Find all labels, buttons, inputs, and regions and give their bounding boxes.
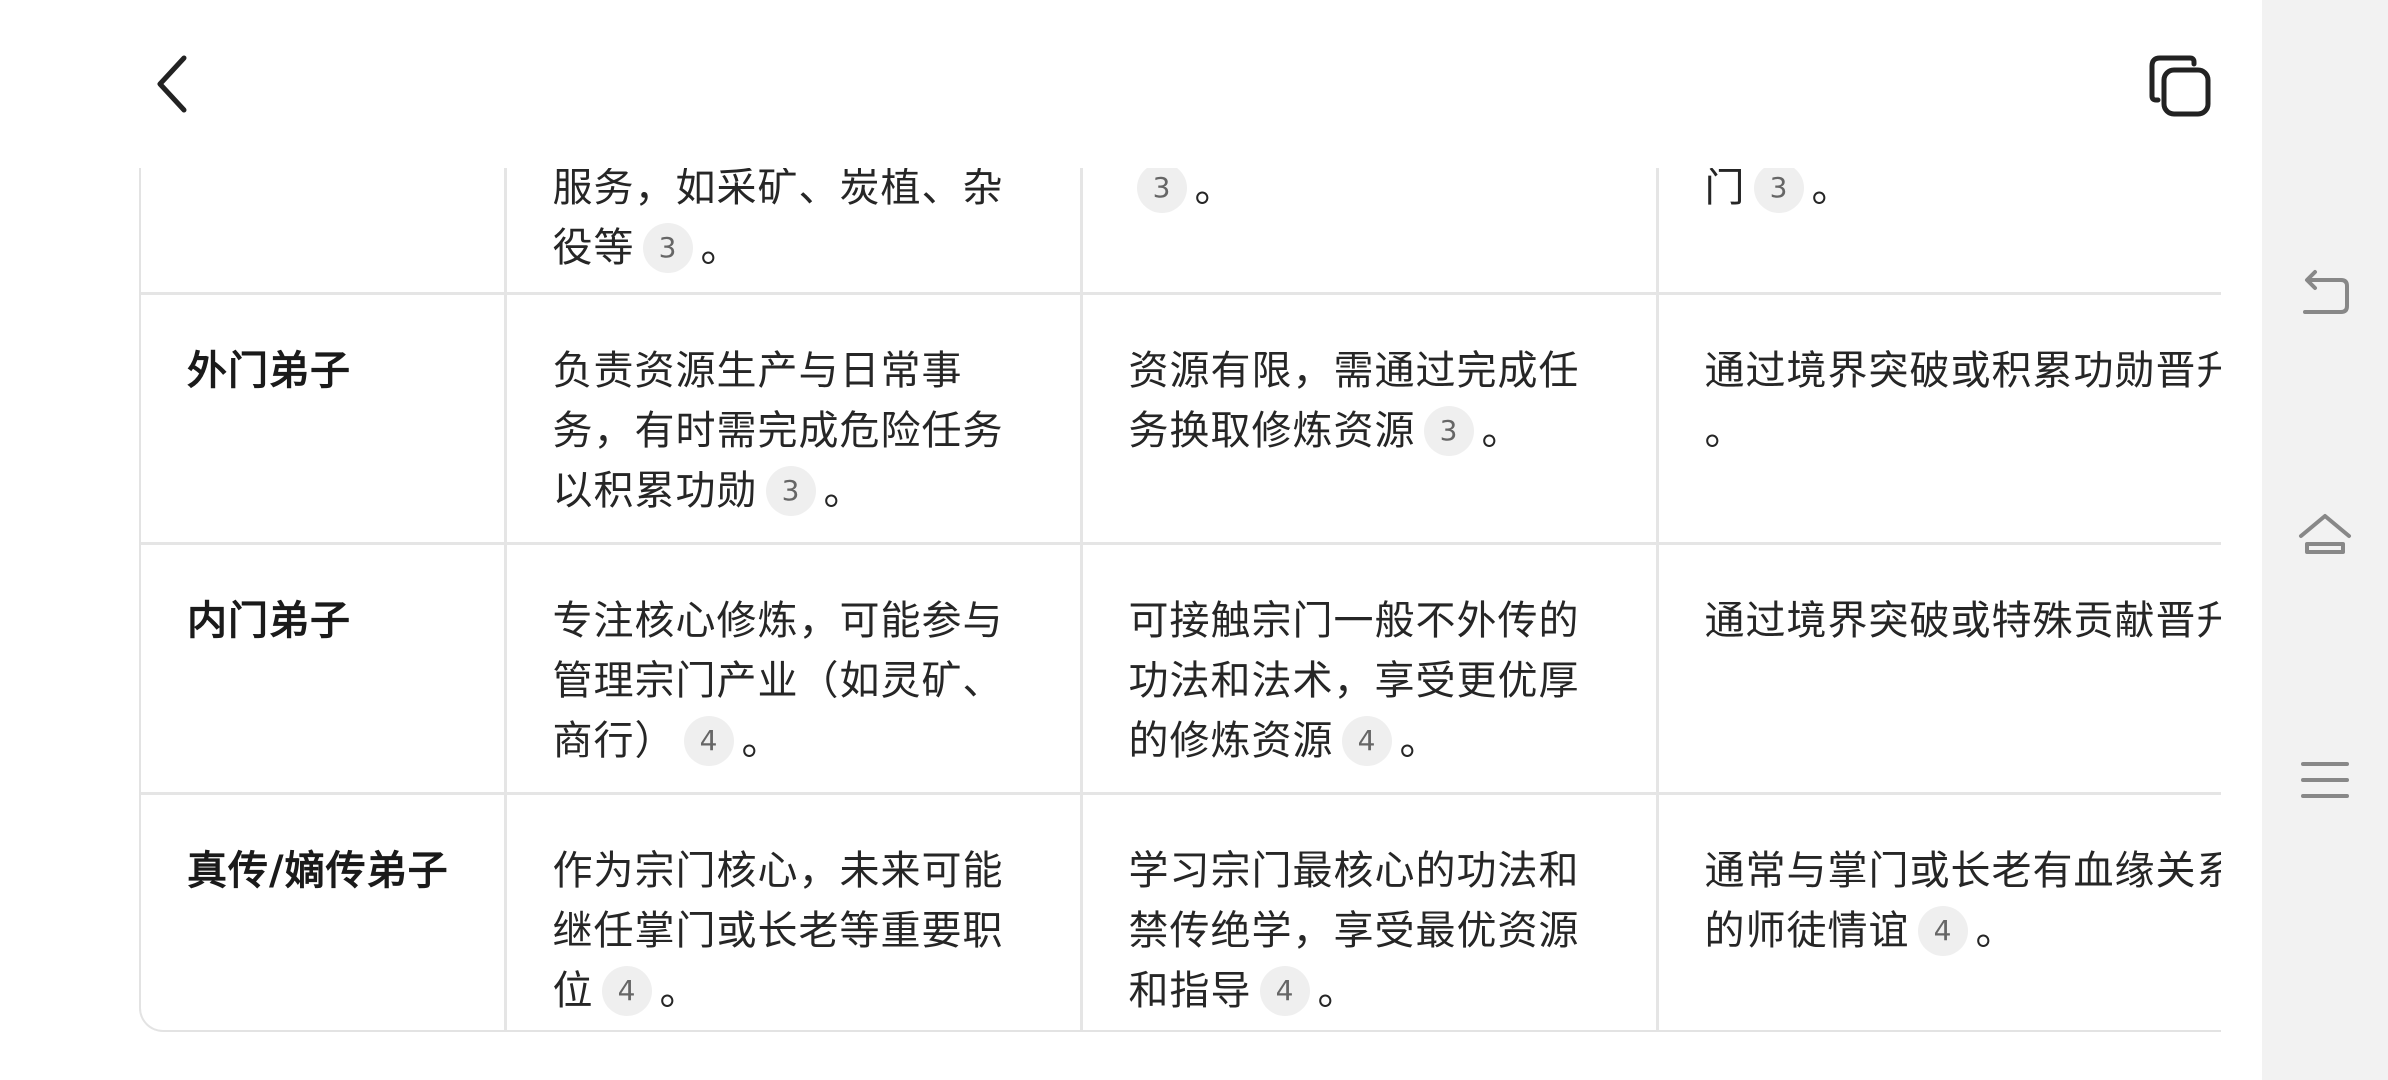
table-cell: 通过境界突破或特殊贡献晋升3。 (1657, 543, 2221, 795)
table-grid: 服务，如采矿、炭植、杂役等 3。 3。 门 3。 外门弟子 负责资源生产与日常事务，… (141, 168, 2221, 1030)
table-cell: 通常与掌门或长老有血缘关系或极深厚的师徒情谊4。 (1657, 793, 2221, 1030)
table-row: 服务，如采矿、炭植、杂役等 3。 3。 门 3。 (141, 168, 2221, 295)
nav-home-icon (2299, 514, 2351, 554)
citation-badge[interactable]: 4 (683, 715, 734, 766)
table-cell: 通过境界突破或积累功勋晋升内门3。 (1657, 293, 2221, 545)
back-button[interactable] (140, 46, 204, 122)
nav-menu-icon (2301, 762, 2349, 798)
table-cell: 可接触宗门一般不外传的功法和法术，享受更优厚的修炼资源 4。 (1081, 543, 1659, 795)
table-row: 真传/嫡传弟子 作为宗门核心，未来可能继任掌门或长老等重要职位 4。 学习宗门最核… (141, 793, 2221, 1030)
row-header: 真传/嫡传弟子 (141, 793, 507, 1030)
back-arrow-icon (157, 55, 187, 113)
citation-badge[interactable]: 4 (601, 965, 652, 1016)
table-cell: 负责资源生产与日常事务，有时需完成危险任务以积累功勋 3。 (505, 293, 1083, 545)
nav-back-button[interactable] (2285, 256, 2365, 336)
nav-home-button[interactable] (2285, 496, 2365, 576)
screen: 服务，如采矿、炭植、杂役等 3。 3。 门 3。 外门弟子 负责资源生产与日常事务，… (0, 0, 2388, 1080)
table-cell: 门 3。 (1657, 168, 2221, 295)
nav-menu-button[interactable] (2285, 740, 2365, 820)
row-header: 内门弟子 (141, 543, 507, 795)
copy-icon (2149, 55, 2211, 117)
comparison-table: 服务，如采矿、炭植、杂役等 3。 3。 门 3。 外门弟子 负责资源生产与日常事务，… (139, 168, 2221, 1032)
citation-badge[interactable]: 3 (765, 465, 816, 516)
table-cell: 3。 (1081, 168, 1659, 295)
table-cell: 学习宗门最核心的功法和禁传绝学，享受最优资源和指导 4。 (1081, 793, 1659, 1030)
row-header: 外门弟子 (141, 293, 507, 545)
row-header (141, 168, 507, 295)
citation-badge[interactable]: 3 (1753, 168, 1804, 213)
table-cell: 资源有限，需通过完成任务换取修炼资源 3。 (1081, 293, 1659, 545)
citation-badge[interactable]: 3 (1423, 405, 1474, 456)
table-cell: 作为宗门核心，未来可能继任掌门或长老等重要职位 4。 (505, 793, 1083, 1030)
table-row: 内门弟子 专注核心修炼，可能参与管理宗门产业（如灵矿、商行） 4。 可接触宗门一般… (141, 543, 2221, 795)
citation-badge[interactable]: 4 (1341, 715, 1392, 766)
table-cell: 服务，如采矿、炭植、杂役等 3。 (505, 168, 1083, 295)
citation-badge[interactable]: 4 (1259, 965, 1310, 1016)
table-row: 外门弟子 负责资源生产与日常事务，有时需完成危险任务以积累功勋 3。 资源有限，需… (141, 293, 2221, 545)
citation-badge[interactable]: 3 (1136, 168, 1187, 213)
citation-badge[interactable]: 3 (642, 223, 693, 273)
citation-badge[interactable]: 4 (1917, 905, 1968, 956)
table-cell: 专注核心修炼，可能参与管理宗门产业（如灵矿、商行） 4。 (505, 543, 1083, 795)
nav-back-icon (2303, 270, 2349, 314)
copy-button[interactable] (2140, 46, 2220, 126)
top-bar (0, 0, 2262, 168)
system-nav-bar (2262, 0, 2388, 1080)
